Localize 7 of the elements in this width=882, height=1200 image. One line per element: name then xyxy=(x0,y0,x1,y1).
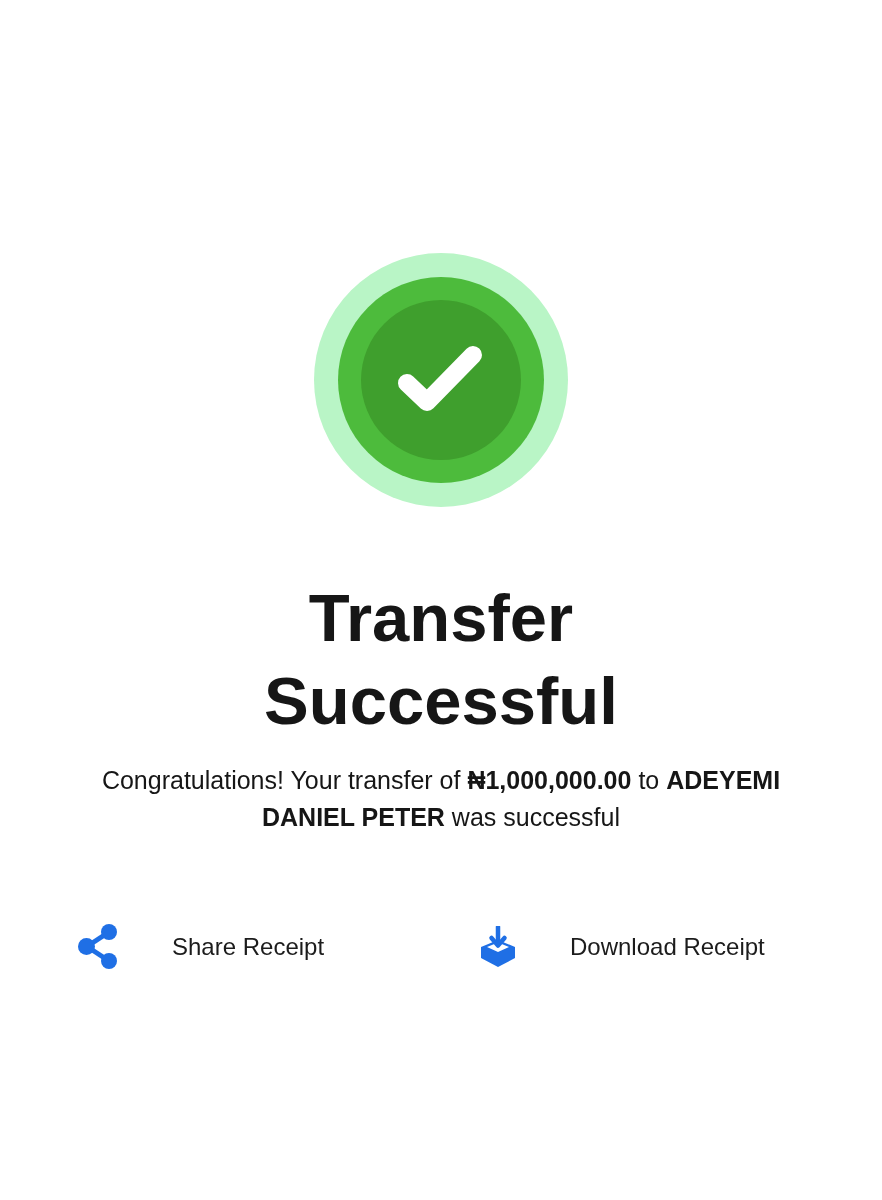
download-tray-icon xyxy=(480,926,516,967)
success-title: Transfer Successful xyxy=(263,579,619,740)
share-icon xyxy=(78,924,118,969)
success-message: Congratulations! Your transfer of ₦1,000,000.00 to ADEYEMI DANIEL PETER was successful xyxy=(100,765,782,833)
download-receipt-button[interactable]: Download Receipt xyxy=(480,924,765,969)
success-check-icon xyxy=(314,253,568,507)
share-receipt-button[interactable]: Share Receipt xyxy=(78,924,325,969)
